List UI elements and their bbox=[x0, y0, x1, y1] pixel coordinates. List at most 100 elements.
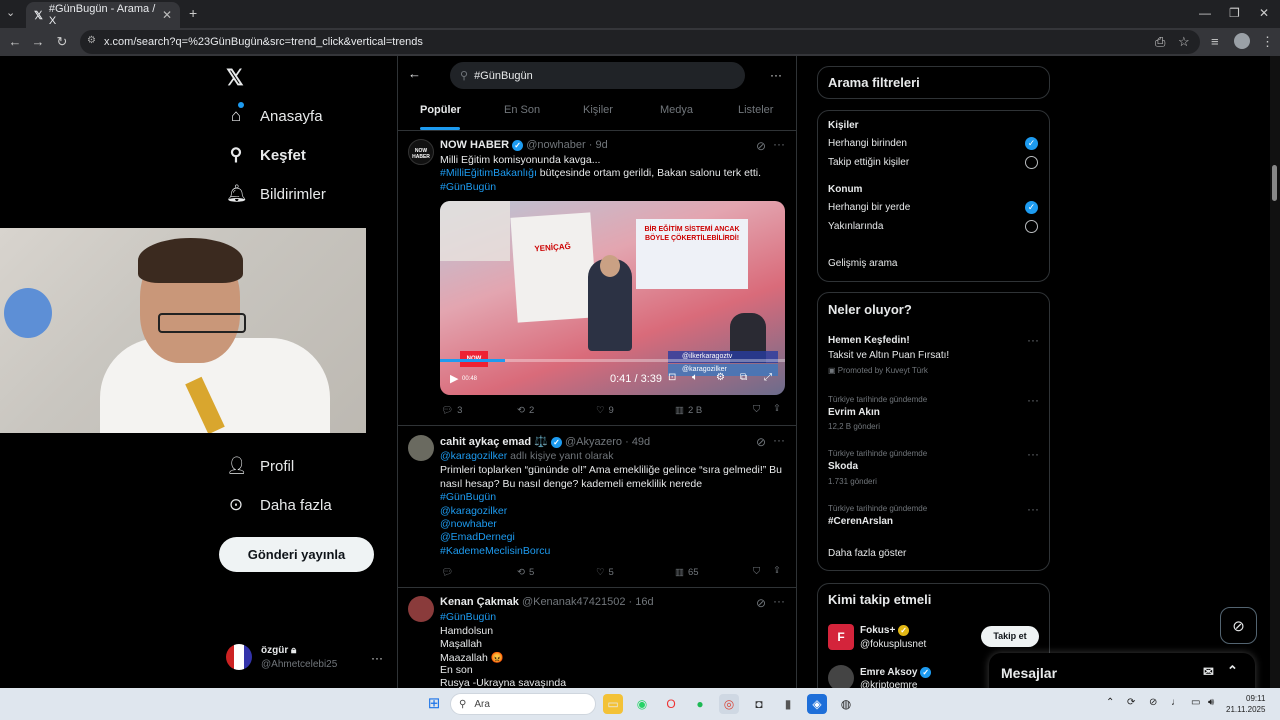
trend-menu-icon[interactable]: ··· bbox=[1027, 333, 1039, 347]
app-icon[interactable]: ◈ bbox=[807, 694, 827, 714]
grok-icon[interactable]: ⊘ bbox=[756, 435, 766, 449]
chrome-icon[interactable]: ◎ bbox=[719, 694, 739, 714]
account-name[interactable]: özgür 🔒︎ bbox=[261, 645, 296, 656]
sidebar-item-explore[interactable]: ⚲ Keşfet bbox=[226, 145, 306, 165]
radio-button[interactable] bbox=[1025, 156, 1038, 169]
display-icon[interactable]: ▭ bbox=[1191, 697, 1200, 708]
camera-icon[interactable]: ◘ bbox=[749, 694, 769, 714]
url-field[interactable]: ⚙ x.com/search?q=%23GünBugün&src=trend_c… bbox=[80, 30, 1200, 54]
tab-popular[interactable]: Popüler bbox=[420, 104, 461, 116]
location-option-near[interactable]: Yakınlarında bbox=[828, 221, 883, 232]
trend-menu-icon[interactable]: ··· bbox=[1027, 502, 1039, 516]
new-tab-icon[interactable]: + bbox=[189, 5, 197, 21]
video-player[interactable]: YENİÇAĞ BİR EĞİTİM SİSTEMİ ANCAK BÖYLE Ç… bbox=[440, 201, 785, 395]
tab-latest[interactable]: En Son bbox=[504, 104, 540, 116]
file-explorer-icon[interactable]: ▭ bbox=[603, 694, 623, 714]
tweet-menu-icon[interactable]: ··· bbox=[773, 433, 785, 447]
minimize-icon[interactable]: — bbox=[1199, 6, 1211, 20]
scrollbar-thumb[interactable] bbox=[1272, 165, 1277, 201]
bookmark-star-icon[interactable]: ☆ bbox=[1178, 34, 1190, 50]
grok-icon[interactable]: ⊘ bbox=[756, 596, 766, 610]
tweet-author[interactable]: Kenan Çakmak @Kenanak47421502 · 16d bbox=[440, 596, 654, 608]
volume-icon[interactable]: 🔈︎ bbox=[692, 372, 698, 383]
tweet-avatar[interactable] bbox=[408, 596, 434, 622]
sidebar-item-more[interactable]: ⊙ Daha fazla bbox=[226, 495, 332, 515]
site-info-icon[interactable]: ⚙ bbox=[87, 35, 96, 46]
mention-link[interactable]: @nowhaber bbox=[440, 518, 497, 530]
account-avatar[interactable] bbox=[226, 644, 252, 670]
grok-icon[interactable]: ⊘ bbox=[756, 139, 766, 153]
whatsapp-icon[interactable]: ◉ bbox=[632, 694, 652, 714]
follow-button[interactable]: Takip et bbox=[981, 626, 1039, 647]
tweet-avatar[interactable]: NOW HABER bbox=[408, 139, 434, 165]
reload-icon[interactable]: ↻ bbox=[50, 34, 74, 50]
promo-title[interactable]: Hemen Keşfedin! bbox=[828, 335, 910, 346]
trend-name[interactable]: #CerenArslan bbox=[828, 516, 893, 527]
fullscreen-icon[interactable]: ⤢ bbox=[764, 372, 772, 383]
checked-radio-icon[interactable]: ✓ bbox=[1025, 137, 1038, 150]
usb-icon[interactable]: ▮ bbox=[778, 694, 798, 714]
account-menu-icon[interactable]: ··· bbox=[371, 651, 383, 665]
tab-lists[interactable]: Listeler bbox=[738, 104, 773, 116]
pip-icon[interactable]: ⧉ bbox=[740, 372, 747, 383]
forward-arrow-icon[interactable]: → bbox=[26, 34, 50, 49]
repost-button[interactable]: ⟲ 2 bbox=[517, 405, 534, 416]
hashtag-link[interactable]: #GünBugün bbox=[440, 611, 496, 623]
sidebar-item-profile[interactable]: 👤︎ Profil bbox=[226, 456, 294, 476]
tweet-author[interactable]: NOW HABER ✓ @nowhaber · 9d bbox=[440, 139, 608, 151]
show-more-link[interactable]: Daha fazla göster bbox=[828, 548, 906, 559]
views-button[interactable]: ▥ 65 bbox=[675, 567, 699, 578]
trend-name[interactable]: Evrim Akın bbox=[828, 407, 880, 418]
checked-radio-icon[interactable]: ✓ bbox=[1025, 201, 1038, 214]
playlist-icon[interactable]: ≡ bbox=[1211, 34, 1219, 49]
back-arrow-icon[interactable]: ← bbox=[408, 66, 421, 81]
bookmark-icon[interactable]: ⛉ bbox=[753, 566, 760, 577]
reply-button[interactable]: 💬︎ bbox=[441, 567, 453, 578]
tweet-avatar[interactable] bbox=[408, 435, 434, 461]
hashtag-link[interactable]: #MilliEğitimBakanlığı bbox=[440, 167, 537, 179]
maximize-icon[interactable]: ❐ bbox=[1229, 6, 1240, 20]
back-arrow-icon[interactable]: ← bbox=[3, 34, 27, 49]
reply-button[interactable]: 💬︎ 3 bbox=[441, 405, 462, 416]
people-option-anyone[interactable]: Herhangi birinden bbox=[828, 138, 907, 149]
obs-icon[interactable]: ◍ bbox=[836, 694, 856, 714]
tray-network-icon[interactable]: ⊘ bbox=[1149, 697, 1157, 708]
like-button[interactable]: ♡ 5 bbox=[596, 567, 614, 578]
follow-user-name[interactable]: Emre Aksoy ✓ bbox=[860, 667, 932, 678]
radio-button[interactable] bbox=[1025, 220, 1038, 233]
hashtag-link[interactable]: #KademeMeclisinBorcu bbox=[440, 545, 550, 557]
mention-link[interactable]: @EmadDernegi bbox=[440, 531, 515, 543]
profile-avatar[interactable] bbox=[1234, 33, 1250, 49]
microphone-icon[interactable]: ♩ bbox=[1171, 697, 1181, 708]
repost-button[interactable]: ⟲ 5 bbox=[517, 567, 534, 578]
follow-user-name[interactable]: Fokus+ ✓ bbox=[860, 625, 910, 636]
windows-start-icon[interactable]: ⊞ bbox=[424, 694, 444, 714]
close-window-icon[interactable]: ✕ bbox=[1259, 6, 1269, 20]
trend-menu-icon[interactable]: ··· bbox=[1027, 447, 1039, 461]
taskbar-search[interactable]: ⚲ Ara bbox=[450, 693, 596, 715]
share-icon[interactable]: ⇪ bbox=[773, 403, 781, 414]
browser-tab[interactable]: 𝕏 #GünBugün - Arama / X ✕ bbox=[26, 2, 180, 28]
sidebar-item-notifications[interactable]: 🔔︎ Bildirimler bbox=[226, 184, 326, 204]
share-icon[interactable]: ⇪ bbox=[773, 565, 781, 576]
captions-icon[interactable]: ⊡ bbox=[668, 372, 676, 383]
volume-icon[interactable]: 🔊︎ bbox=[1208, 697, 1214, 708]
post-button[interactable]: Gönderi yayınla bbox=[219, 537, 374, 572]
spotify-icon[interactable]: ● bbox=[690, 694, 710, 714]
scrollbar[interactable] bbox=[1270, 56, 1280, 688]
more-options-icon[interactable]: ··· bbox=[770, 68, 782, 82]
messages-drawer[interactable]: Mesajlar ✉ ⌃ bbox=[989, 653, 1255, 693]
views-button[interactable]: ▥ 2 B bbox=[675, 405, 702, 416]
settings-gear-icon[interactable]: ⚙ bbox=[716, 372, 725, 383]
trend-name[interactable]: Skoda bbox=[828, 461, 858, 472]
hashtag-link[interactable]: #GünBugün bbox=[440, 491, 496, 503]
search-input[interactable]: ⚲ #GünBugün bbox=[450, 62, 745, 89]
tray-sync-icon[interactable]: ⟳ bbox=[1127, 697, 1135, 708]
expand-chevron-icon[interactable]: ⌃ bbox=[1227, 663, 1238, 679]
new-message-icon[interactable]: ✉ bbox=[1203, 664, 1214, 680]
tweet-menu-icon[interactable]: ··· bbox=[773, 594, 785, 608]
bookmark-icon[interactable]: ⛉ bbox=[753, 404, 760, 415]
opera-icon[interactable]: O bbox=[661, 694, 681, 714]
like-button[interactable]: ♡ 9 bbox=[596, 405, 614, 416]
sidebar-item-home[interactable]: ⌂ Anasayfa bbox=[226, 102, 323, 126]
